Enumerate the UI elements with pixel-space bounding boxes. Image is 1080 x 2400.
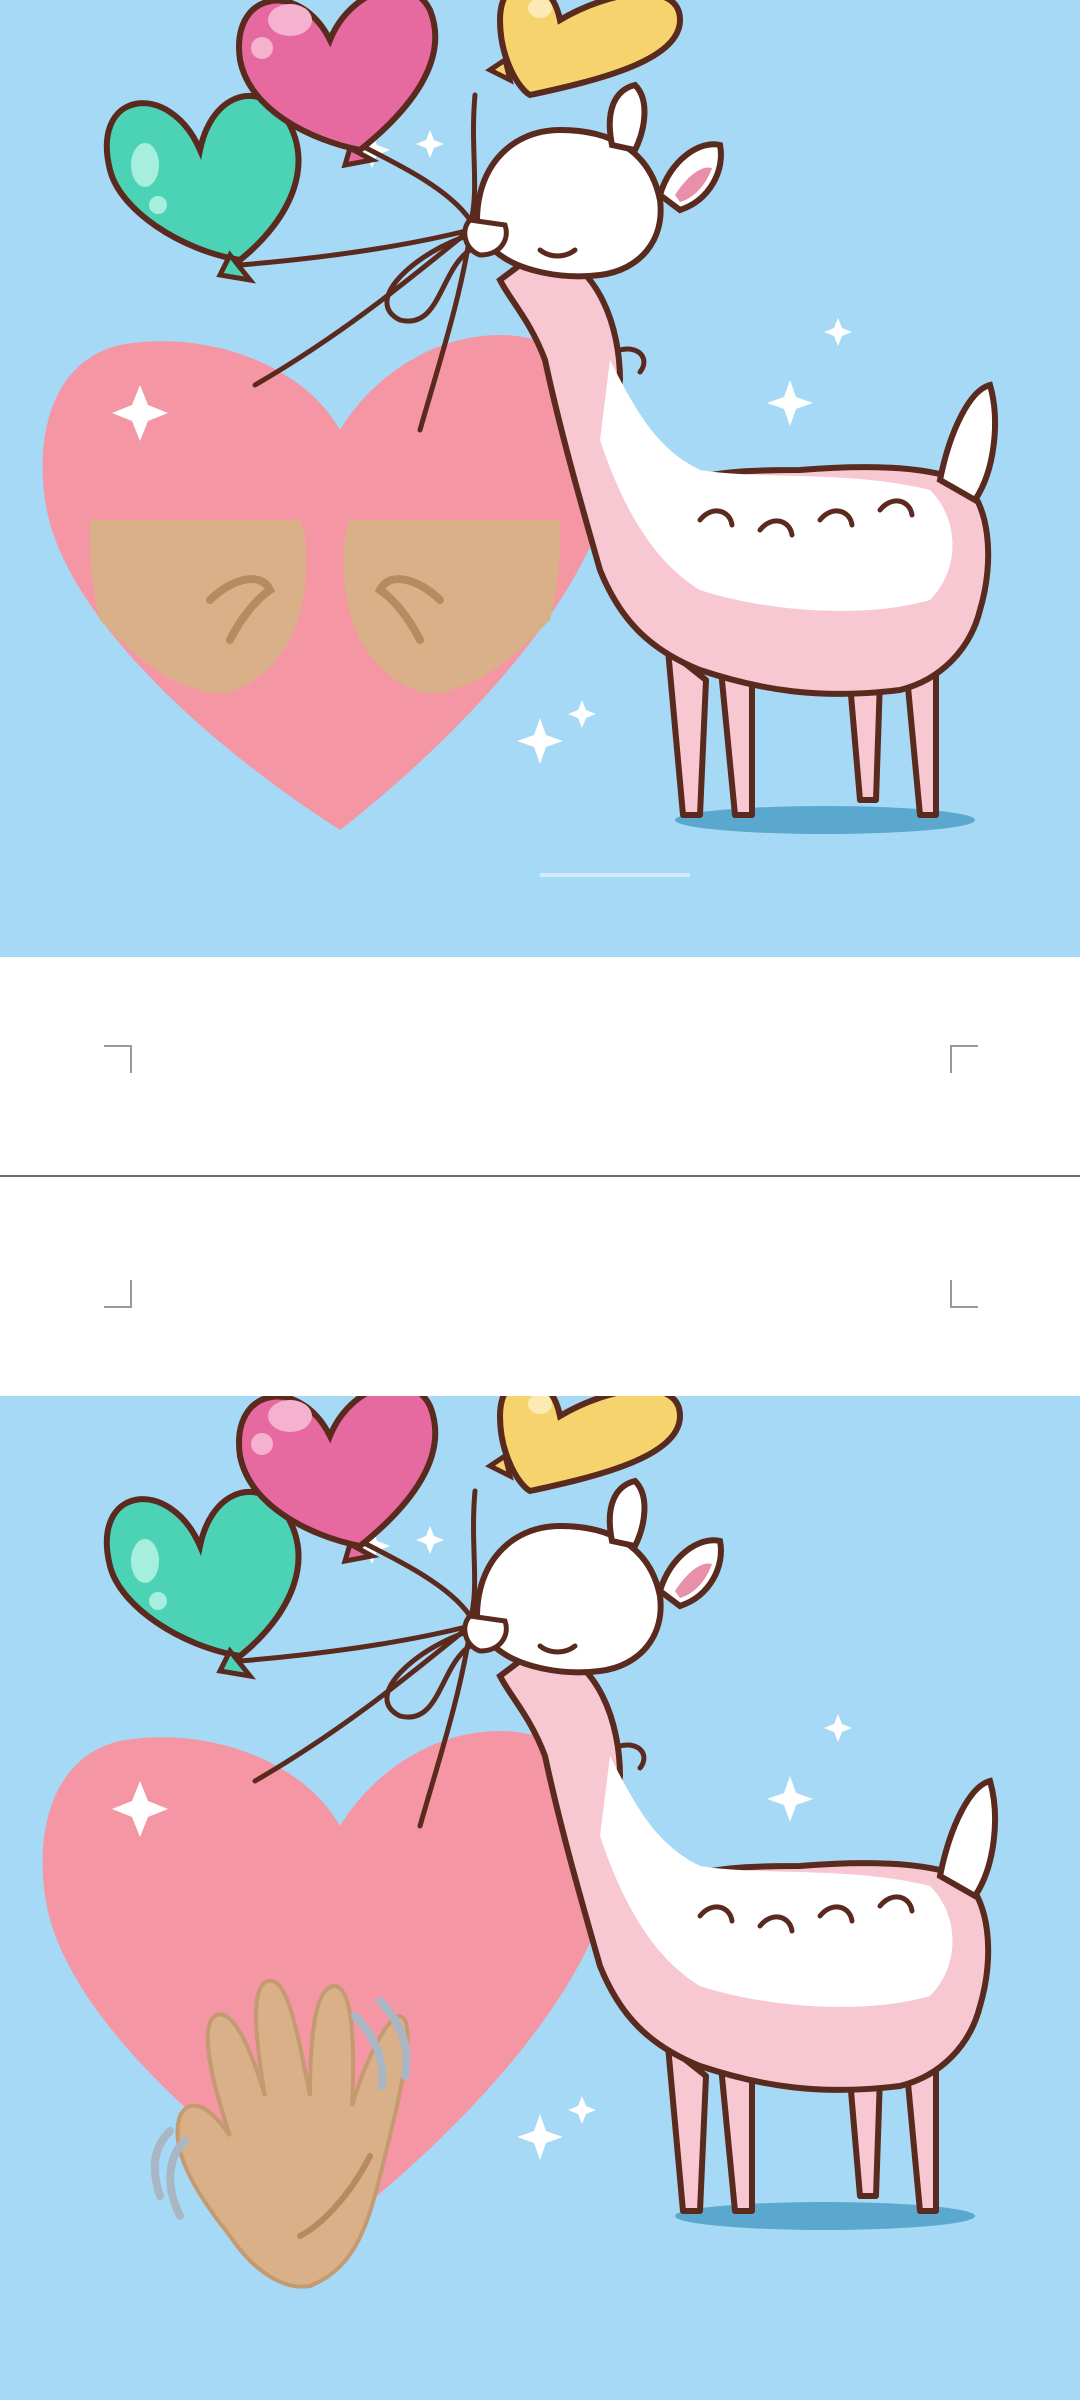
llama-fist-bump-image <box>0 0 1080 957</box>
page-divider <box>0 1175 1080 1177</box>
page-corner-top-left <box>104 1045 132 1073</box>
page-corner-bottom-right <box>950 1280 978 1308</box>
page-corner-top-right <box>950 1045 978 1073</box>
llama-wave-image <box>0 1396 1080 2400</box>
page-corner-bottom-left <box>104 1280 132 1308</box>
